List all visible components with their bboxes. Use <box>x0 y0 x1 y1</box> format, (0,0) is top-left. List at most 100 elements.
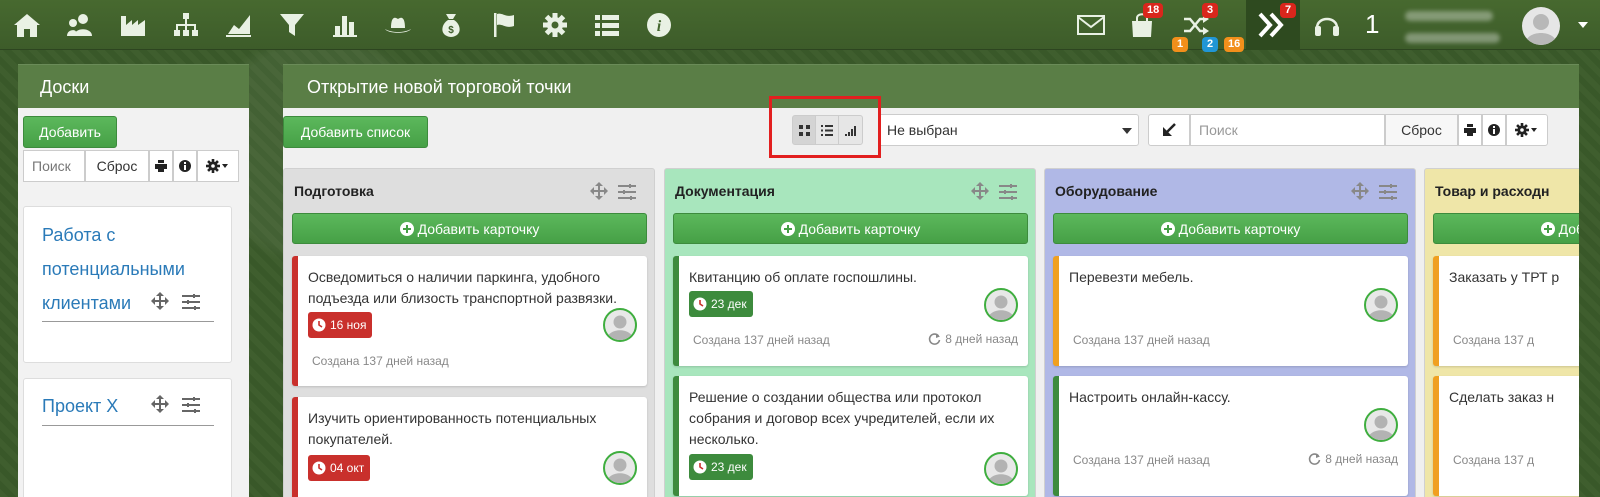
board-link[interactable]: Работа с <box>42 218 115 252</box>
assignee-avatar[interactable] <box>1364 408 1398 442</box>
created-ago: Создана 137 д <box>1453 453 1535 467</box>
headset-icon[interactable] <box>1312 10 1342 40</box>
info-icon[interactable]: i <box>644 10 674 40</box>
assignee-avatar[interactable] <box>984 288 1018 322</box>
sliders-icon[interactable] <box>182 294 200 310</box>
column-title: Оборудование <box>1055 183 1158 199</box>
print-icon <box>155 160 167 172</box>
due-date: 23 дек <box>711 297 747 311</box>
add-card-button[interactable]: Добавить карточку <box>673 213 1028 244</box>
hat-icon[interactable] <box>383 10 413 40</box>
money-bag-icon[interactable]: $ <box>436 10 466 40</box>
task-card[interactable]: Решение о создании общества или протокол… <box>673 376 1028 496</box>
board-divider <box>42 321 214 322</box>
factory-icon[interactable] <box>118 10 148 40</box>
card-reset-button[interactable]: Сброс <box>1385 114 1458 146</box>
updated-ago: 8 дней назад <box>1308 452 1398 466</box>
task-card[interactable]: Квитанцию об оплате госпошлины. 23 дек Соз… <box>673 256 1028 366</box>
add-card-button[interactable]: Добавить карточку <box>1053 213 1408 244</box>
add-card-button[interactable]: Добавить карточку <box>292 213 647 244</box>
created-ago: Создана 137 дней назад <box>1073 333 1210 347</box>
notification-count[interactable]: 1 <box>1365 8 1379 40</box>
card-text: Решение о создании общества или протокол… <box>689 389 995 447</box>
home-icon[interactable] <box>12 10 42 40</box>
board-link[interactable]: потенциальными <box>42 252 185 286</box>
column-title: Документация <box>675 183 775 199</box>
card-search-input[interactable]: Поиск <box>1190 114 1385 146</box>
print-button[interactable] <box>149 150 173 182</box>
move-icon[interactable] <box>1351 182 1369 200</box>
due-date-badge[interactable]: 23 дек <box>689 454 753 480</box>
board-reset-button[interactable]: Сброс <box>85 150 149 182</box>
user-avatar[interactable] <box>1522 7 1560 45</box>
list-select-value: Не выбран <box>887 122 958 138</box>
forward-count-badge: 7 <box>1280 3 1296 18</box>
board-link[interactable]: Проект X <box>42 389 118 423</box>
add-list-button[interactable]: Добавить список <box>283 116 428 148</box>
users-icon[interactable] <box>65 10 95 40</box>
task-card[interactable]: Сделать заказ н Создана 137 д <box>1433 376 1579 496</box>
column-title: Товар и расходн <box>1435 183 1550 199</box>
user-menu-caret-icon[interactable] <box>1578 22 1588 28</box>
move-icon[interactable] <box>151 395 169 413</box>
refresh-icon <box>1308 452 1321 466</box>
gear-small-icon <box>1515 123 1537 137</box>
assignee-avatar[interactable] <box>603 308 637 342</box>
settings-dropdown-button[interactable] <box>197 150 239 182</box>
shuffle-count-badge: 3 <box>1202 3 1218 18</box>
task-card[interactable]: Заказать у ТРТ р Создана 137 д <box>1433 256 1579 366</box>
task-card[interactable]: Изучить ориентированность потенциальных … <box>292 397 647 497</box>
bar-chart-icon[interactable] <box>330 10 360 40</box>
mail-icon[interactable] <box>1076 10 1106 40</box>
clock-icon <box>312 461 326 475</box>
due-date-badge[interactable]: 23 дек <box>689 291 753 317</box>
board-card[interactable]: Проект X <box>23 378 232 497</box>
updated-ago: 8 дней назад <box>928 332 1018 346</box>
sliders-icon[interactable] <box>182 397 200 413</box>
card-text: Перевезти мебель. <box>1069 269 1194 285</box>
bag-count-badge: 18 <box>1143 3 1164 18</box>
info-small-icon <box>179 160 191 172</box>
board-card[interactable]: Работа с потенциальными клиентами <box>23 206 232 363</box>
move-icon[interactable] <box>151 292 169 310</box>
card-text: Изучить ориентированность потенциальных … <box>308 410 597 447</box>
sliders-icon[interactable] <box>999 184 1017 200</box>
plus-circle-icon <box>399 221 414 236</box>
sliders-icon[interactable] <box>1379 184 1397 200</box>
info-button[interactable] <box>173 150 197 182</box>
task-card[interactable]: Настроить онлайн-кассу. Создана 137 дней … <box>1053 376 1408 496</box>
task-card[interactable]: Осведомиться о наличии паркинга, удобног… <box>292 256 647 386</box>
gear-icon[interactable] <box>540 10 570 40</box>
assignee-avatar[interactable] <box>984 452 1018 486</box>
due-date-badge[interactable]: 04 окт <box>308 455 371 481</box>
move-icon[interactable] <box>971 182 989 200</box>
clock-icon <box>312 318 326 332</box>
list-icon[interactable] <box>592 10 622 40</box>
updated-text: 8 дней назад <box>945 332 1018 346</box>
sliders-icon[interactable] <box>618 184 636 200</box>
shuffle-orange-badge: 1 <box>1172 37 1188 52</box>
filter-icon[interactable] <box>277 10 307 40</box>
created-ago: Создана 137 д <box>1453 333 1535 347</box>
move-icon[interactable] <box>590 182 608 200</box>
area-chart-icon[interactable] <box>224 10 254 40</box>
board-link[interactable]: клиентами <box>42 286 131 320</box>
info-button[interactable] <box>1482 114 1506 146</box>
org-chart-icon[interactable] <box>171 10 201 40</box>
board-search-input[interactable]: Поиск <box>23 150 85 182</box>
list-column: Товар и расходн Добавить карточку Заказать… <box>1424 168 1579 497</box>
add-card-button[interactable]: Добавить карточку <box>1433 213 1579 244</box>
flag-icon[interactable] <box>489 10 519 40</box>
due-date: 16 ноя <box>330 318 367 332</box>
print-button[interactable] <box>1458 114 1482 146</box>
task-card[interactable]: Перевезти мебель. Создана 137 дней назад <box>1053 256 1408 366</box>
assignee-avatar[interactable] <box>603 451 637 485</box>
column-title: Подготовка <box>294 183 374 199</box>
due-date-badge[interactable]: 16 ноя <box>308 312 373 338</box>
assignee-avatar[interactable] <box>1364 288 1398 322</box>
card-text: Осведомиться о наличии паркинга, удобног… <box>308 269 617 306</box>
collapse-arrow-button[interactable] <box>1148 114 1190 146</box>
settings-dropdown-button[interactable] <box>1506 114 1548 146</box>
add-board-button[interactable]: Добавить <box>23 116 117 148</box>
list-select[interactable]: Не выбран <box>878 114 1139 146</box>
